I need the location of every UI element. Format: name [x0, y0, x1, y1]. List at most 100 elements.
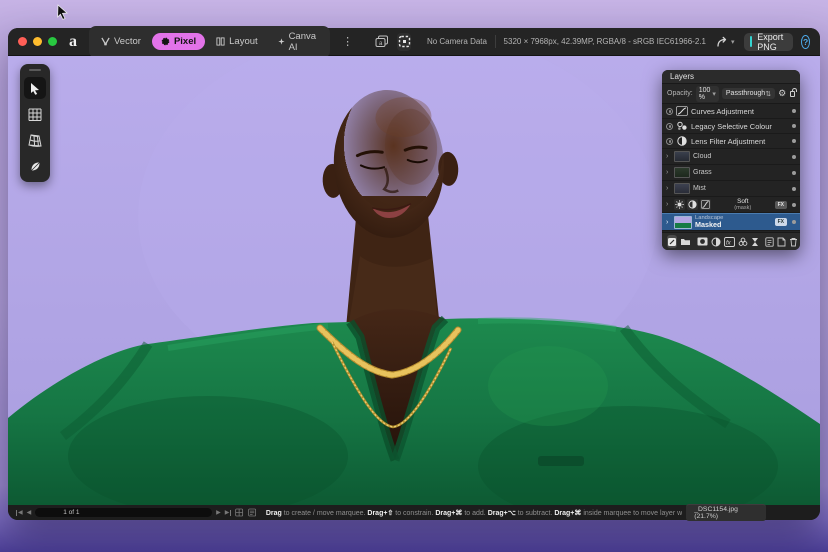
- live-filter-icon: [738, 237, 748, 247]
- close-window-button[interactable]: [18, 37, 27, 46]
- drag-handle[interactable]: [29, 69, 41, 71]
- minimize-window-button[interactable]: [33, 37, 42, 46]
- visibility-toggle[interactable]: [792, 171, 796, 175]
- hint-segment: to create / move marquee.: [282, 510, 368, 517]
- blend-mode-select[interactable]: Passthrough ⇅: [722, 88, 775, 99]
- move-tool[interactable]: [24, 77, 46, 99]
- layer-row-selective-colour[interactable]: Legacy Selective Colour: [662, 119, 800, 134]
- layers-panel-title[interactable]: Layers: [662, 70, 800, 84]
- live-filter-button[interactable]: [738, 235, 748, 248]
- visibility-toggle[interactable]: [792, 155, 796, 159]
- add-vector-layer-button[interactable]: [777, 235, 786, 248]
- document-tab[interactable]: _DSC1154.jpg (21.7%): [686, 504, 766, 521]
- opacity-value: 100 %: [699, 87, 711, 101]
- chevron-down-icon: ▾: [731, 38, 735, 46]
- layer-name: Curves Adjustment: [691, 107, 787, 116]
- fx-badge[interactable]: FX: [775, 201, 787, 209]
- add-mask-button[interactable]: [697, 235, 708, 248]
- visibility-toggle[interactable]: [792, 109, 796, 113]
- add-pixel-layer-button[interactable]: [765, 235, 774, 248]
- mesh-warp-tool[interactable]: [24, 103, 46, 125]
- layer-row-soft[interactable]: › Soft (mask) FX: [662, 197, 800, 213]
- mask-icon: [697, 237, 708, 246]
- tools-palette: [20, 64, 50, 182]
- transform-mode-button[interactable]: [397, 33, 411, 51]
- grid-icon: [28, 108, 42, 121]
- first-page-button[interactable]: ◀: [16, 510, 23, 516]
- new-layer-icon: [765, 237, 774, 247]
- tab-canva-ai[interactable]: Canva AI: [269, 28, 327, 56]
- perspective-tool[interactable]: [24, 129, 46, 151]
- tab-pixel[interactable]: Pixel: [152, 33, 205, 50]
- layer-row-mist[interactable]: › Mist: [662, 181, 800, 197]
- pixel-icon: [161, 37, 170, 46]
- next-page-button[interactable]: ▶: [216, 510, 221, 516]
- last-page-button[interactable]: ▶: [225, 510, 232, 516]
- tab-layout[interactable]: Layout: [207, 33, 267, 50]
- blend-ranges-button[interactable]: [751, 235, 759, 248]
- folder-icon: [680, 237, 691, 246]
- delete-layer-button[interactable]: [789, 235, 798, 248]
- layers-panel-toolbar: fx: [662, 232, 800, 250]
- divider: [495, 35, 496, 48]
- layer-row-lens-filter[interactable]: Lens Filter Adjustment: [662, 134, 800, 149]
- tab-vector[interactable]: Vector: [92, 33, 150, 50]
- layer-row-grass[interactable]: › Grass: [662, 165, 800, 181]
- svg-text:fx: fx: [726, 240, 732, 246]
- export-options-button[interactable]: ▾: [793, 33, 794, 51]
- layer-row-masked-selected[interactable]: › Landscape Masked FX: [662, 213, 800, 231]
- previous-page-button[interactable]: ◀: [27, 510, 32, 516]
- export-png-button[interactable]: Export PNG: [744, 33, 792, 51]
- edit-all-layers-button[interactable]: [667, 235, 677, 248]
- expand-chevron-icon[interactable]: ›: [666, 185, 671, 192]
- lock-icon[interactable]: [790, 91, 795, 97]
- visibility-toggle[interactable]: [792, 220, 796, 224]
- layer-thumbnail: [674, 183, 690, 194]
- adjustment-icon: [711, 237, 721, 247]
- add-adjustment-button[interactable]: [711, 235, 721, 248]
- tool-hint-text: Drag to create / move marquee. Drag+⇧ to…: [266, 509, 682, 517]
- assets-button[interactable]: a: [375, 33, 389, 51]
- add-group-button[interactable]: [680, 235, 691, 248]
- visibility-toggle[interactable]: [792, 187, 796, 191]
- layer-name: Masked: [695, 221, 772, 229]
- updown-arrows-icon: ⇅: [765, 90, 771, 98]
- help-button[interactable]: ?: [801, 35, 810, 49]
- liquify-tool[interactable]: [24, 155, 46, 177]
- expand-chevron-icon[interactable]: ›: [666, 219, 671, 226]
- nested-adjustment-thumbnails: [674, 199, 711, 210]
- expand-chevron-icon[interactable]: ›: [666, 169, 671, 176]
- layer-row-curves[interactable]: Curves Adjustment: [662, 104, 800, 119]
- layer-check-icon[interactable]: [666, 123, 673, 130]
- curves-icon: [700, 199, 711, 210]
- layer-name: Grass: [693, 169, 787, 176]
- layer-check-icon[interactable]: [666, 138, 673, 145]
- zoom-window-button[interactable]: [48, 37, 57, 46]
- layer-row-cloud[interactable]: › Cloud: [662, 149, 800, 165]
- hint-segment: to add.: [462, 510, 487, 517]
- layer-check-icon[interactable]: [666, 108, 673, 115]
- expand-chevron-icon[interactable]: ›: [666, 153, 671, 160]
- layer-thumbnail: [674, 167, 690, 178]
- visibility-toggle[interactable]: [792, 203, 796, 207]
- tab-layout-label: Layout: [229, 36, 258, 47]
- visibility-toggle[interactable]: [792, 139, 796, 143]
- more-menu-button[interactable]: ⋮: [338, 35, 357, 48]
- desktop: a Vector Pixel Layout Canva AI: [0, 0, 828, 552]
- visibility-toggle[interactable]: [792, 124, 796, 128]
- tab-pixel-label: Pixel: [174, 36, 196, 47]
- pages-list-icon[interactable]: [248, 508, 256, 517]
- opacity-value-dropdown[interactable]: 100 % ▾: [696, 86, 719, 102]
- pages-grid-icon[interactable]: [235, 508, 243, 517]
- fx-badge[interactable]: FX: [775, 218, 787, 226]
- expand-chevron-icon[interactable]: ›: [666, 201, 671, 208]
- hint-segment: Drag+⇧: [367, 510, 393, 517]
- share-menu[interactable]: ▾: [716, 36, 735, 48]
- edit-layers-icon: [667, 237, 677, 247]
- vector-icon: [101, 37, 110, 46]
- hint-segment: inside marquee to move layer with select…: [581, 510, 682, 517]
- layer-effects-button[interactable]: fx: [724, 235, 735, 248]
- hint-segment: to constrain.: [393, 510, 435, 517]
- trash-icon: [789, 237, 798, 247]
- gear-icon[interactable]: ⚙: [778, 89, 786, 98]
